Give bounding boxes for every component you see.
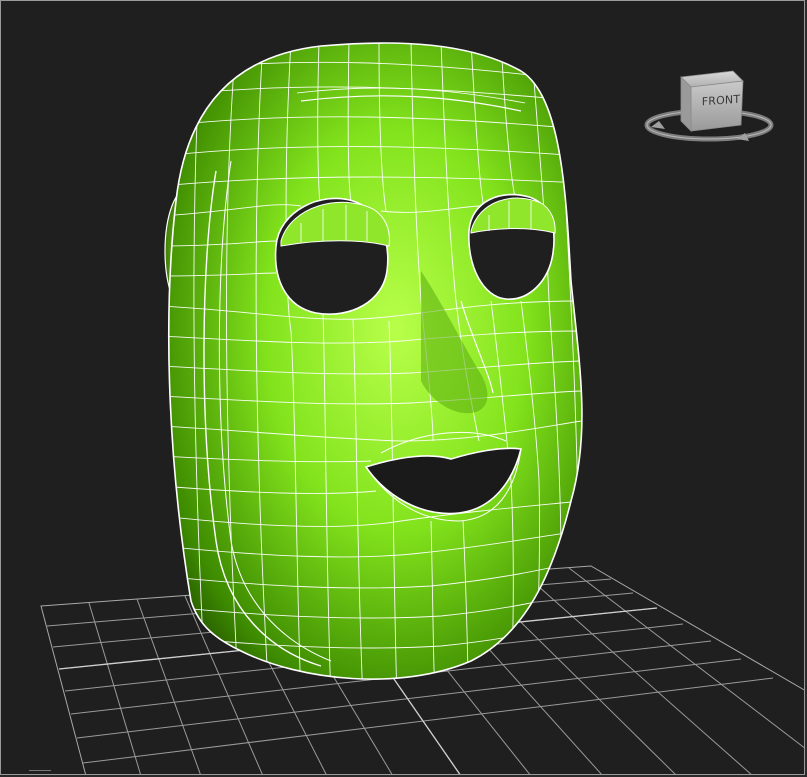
viewport-corner-marker — [29, 770, 51, 774]
head-mesh — [167, 42, 583, 680]
3d-viewport[interactable]: FRONT — [0, 0, 805, 775]
viewport-scene — [40, 42, 804, 774]
viewcube-icon[interactable] — [644, 70, 774, 142]
eye-left — [274, 197, 390, 315]
